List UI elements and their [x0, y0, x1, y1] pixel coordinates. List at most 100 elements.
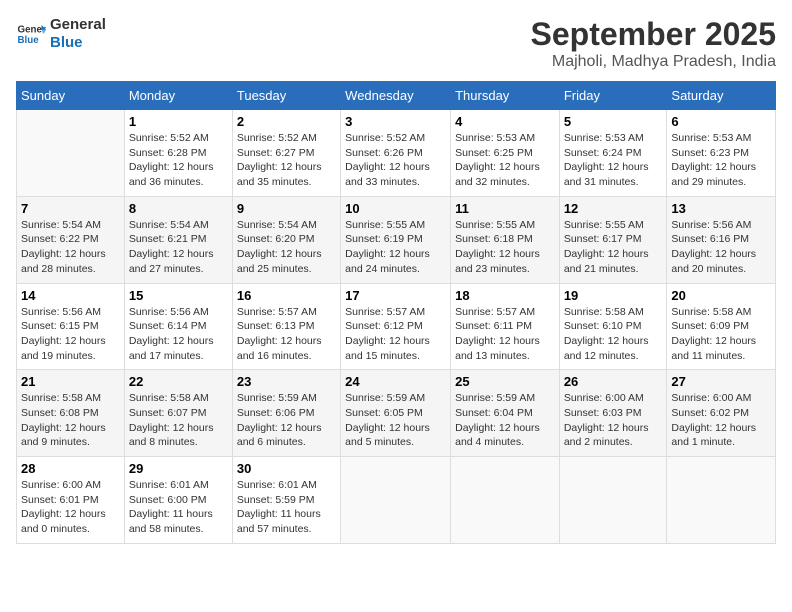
calendar-cell: 26 Sunrise: 6:00 AM Sunset: 6:03 PM Dayli… — [559, 370, 667, 457]
calendar-cell: 9Sunrise: 5:54 AM Sunset: 6:20 PM Daylig… — [232, 196, 340, 283]
calendar-cell: 20 Sunrise: 5:58 AM Sunset: 6:09 PM Dayli… — [667, 283, 776, 370]
day-info: Sunrise: 5:54 AM Sunset: 6:22 PM Dayligh… — [21, 218, 120, 277]
day-info: Sunrise: 5:56 AM Sunset: 6:16 PM Dayligh… — [671, 218, 771, 277]
calendar-cell: 14 Sunrise: 5:56 AM Sunset: 6:15 PM Dayli… — [17, 283, 125, 370]
day-number: 27 — [671, 374, 771, 389]
day-number: 6 — [671, 114, 771, 129]
calendar-cell: 6Sunrise: 5:53 AM Sunset: 6:23 PM Daylig… — [667, 110, 776, 197]
calendar-week-row: 14 Sunrise: 5:56 AM Sunset: 6:15 PM Dayli… — [17, 283, 776, 370]
calendar-week-row: 28Sunrise: 6:00 AM Sunset: 6:01 PM Dayli… — [17, 457, 776, 544]
day-info: Sunrise: 5:56 AM Sunset: 6:15 PM Dayligh… — [21, 305, 120, 364]
day-info: Sunrise: 5:59 AM Sunset: 6:05 PM Dayligh… — [345, 391, 446, 450]
calendar-cell: 24 Sunrise: 5:59 AM Sunset: 6:05 PM Dayli… — [341, 370, 451, 457]
calendar-cell: 16Sunrise: 5:57 AM Sunset: 6:13 PM Dayli… — [232, 283, 340, 370]
calendar-cell: 25 Sunrise: 5:59 AM Sunset: 6:04 PM Dayli… — [451, 370, 560, 457]
day-number: 25 — [455, 374, 555, 389]
day-number: 12 — [564, 201, 663, 216]
day-number: 4 — [455, 114, 555, 129]
calendar-cell: 28Sunrise: 6:00 AM Sunset: 6:01 PM Dayli… — [17, 457, 125, 544]
calendar-cell: 23Sunrise: 5:59 AM Sunset: 6:06 PM Dayli… — [232, 370, 340, 457]
calendar-cell: 18Sunrise: 5:57 AM Sunset: 6:11 PM Dayli… — [451, 283, 560, 370]
day-number: 17 — [345, 288, 446, 303]
day-info: Sunrise: 5:52 AM Sunset: 6:26 PM Dayligh… — [345, 131, 446, 190]
day-info: Sunrise: 5:55 AM Sunset: 6:19 PM Dayligh… — [345, 218, 446, 277]
day-info: Sunrise: 6:01 AM Sunset: 5:59 PM Dayligh… — [237, 478, 336, 537]
calendar-cell: 29 Sunrise: 6:01 AM Sunset: 6:00 PM Dayli… — [124, 457, 232, 544]
calendar-table: SundayMondayTuesdayWednesdayThursdayFrid… — [16, 81, 776, 544]
calendar-cell: 10 Sunrise: 5:55 AM Sunset: 6:19 PM Dayli… — [341, 196, 451, 283]
day-number: 20 — [671, 288, 771, 303]
logo-icon: General Blue — [16, 19, 46, 49]
calendar-cell: 30 Sunrise: 6:01 AM Sunset: 5:59 PM Dayli… — [232, 457, 340, 544]
calendar-cell: 21 Sunrise: 5:58 AM Sunset: 6:08 PM Dayli… — [17, 370, 125, 457]
day-info: Sunrise: 5:58 AM Sunset: 6:08 PM Dayligh… — [21, 391, 120, 450]
day-info: Sunrise: 5:55 AM Sunset: 6:17 PM Dayligh… — [564, 218, 663, 277]
weekday-header: Monday — [124, 82, 232, 110]
calendar-cell — [451, 457, 560, 544]
calendar-cell: 15 Sunrise: 5:56 AM Sunset: 6:14 PM Dayli… — [124, 283, 232, 370]
logo-line2: Blue — [50, 34, 106, 52]
day-number: 16 — [237, 288, 336, 303]
calendar-cell: 2Sunrise: 5:52 AM Sunset: 6:27 PM Daylig… — [232, 110, 340, 197]
svg-text:Blue: Blue — [18, 35, 40, 46]
day-info: Sunrise: 6:01 AM Sunset: 6:00 PM Dayligh… — [129, 478, 228, 537]
weekday-header: Tuesday — [232, 82, 340, 110]
day-info: Sunrise: 5:56 AM Sunset: 6:14 PM Dayligh… — [129, 305, 228, 364]
calendar-cell: 11 Sunrise: 5:55 AM Sunset: 6:18 PM Dayli… — [451, 196, 560, 283]
day-info: Sunrise: 5:55 AM Sunset: 6:18 PM Dayligh… — [455, 218, 555, 277]
day-info: Sunrise: 6:00 AM Sunset: 6:03 PM Dayligh… — [564, 391, 663, 450]
day-number: 14 — [21, 288, 120, 303]
calendar-cell: 1 Sunrise: 5:52 AM Sunset: 6:28 PM Daylig… — [124, 110, 232, 197]
calendar-cell: 4 Sunrise: 5:53 AM Sunset: 6:25 PM Daylig… — [451, 110, 560, 197]
day-info: Sunrise: 5:59 AM Sunset: 6:04 PM Dayligh… — [455, 391, 555, 450]
day-number: 15 — [129, 288, 228, 303]
day-info: Sunrise: 5:53 AM Sunset: 6:25 PM Dayligh… — [455, 131, 555, 190]
day-number: 19 — [564, 288, 663, 303]
day-number: 5 — [564, 114, 663, 129]
weekday-header: Sunday — [17, 82, 125, 110]
calendar-cell: 19Sunrise: 5:58 AM Sunset: 6:10 PM Dayli… — [559, 283, 667, 370]
day-number: 30 — [237, 461, 336, 476]
calendar-week-row: 7 Sunrise: 5:54 AM Sunset: 6:22 PM Daylig… — [17, 196, 776, 283]
title-area: September 2025 Majholi, Madhya Pradesh, … — [531, 16, 776, 71]
day-info: Sunrise: 5:54 AM Sunset: 6:20 PM Dayligh… — [237, 218, 336, 277]
weekday-header: Friday — [559, 82, 667, 110]
day-info: Sunrise: 5:57 AM Sunset: 6:12 PM Dayligh… — [345, 305, 446, 364]
month-title: September 2025 — [531, 16, 776, 53]
day-number: 13 — [671, 201, 771, 216]
logo-line1: General — [50, 16, 106, 34]
day-info: Sunrise: 6:00 AM Sunset: 6:01 PM Dayligh… — [21, 478, 120, 537]
day-number: 7 — [21, 201, 120, 216]
day-info: Sunrise: 6:00 AM Sunset: 6:02 PM Dayligh… — [671, 391, 771, 450]
calendar-cell — [17, 110, 125, 197]
calendar-cell: 22Sunrise: 5:58 AM Sunset: 6:07 PM Dayli… — [124, 370, 232, 457]
calendar-cell — [667, 457, 776, 544]
calendar-cell — [341, 457, 451, 544]
day-number: 18 — [455, 288, 555, 303]
day-number: 24 — [345, 374, 446, 389]
day-number: 3 — [345, 114, 446, 129]
location-subtitle: Majholi, Madhya Pradesh, India — [531, 53, 776, 71]
day-info: Sunrise: 5:54 AM Sunset: 6:21 PM Dayligh… — [129, 218, 228, 277]
day-number: 21 — [21, 374, 120, 389]
page-header: General Blue General Blue September 2025… — [16, 16, 776, 71]
calendar-cell: 3 Sunrise: 5:52 AM Sunset: 6:26 PM Daylig… — [341, 110, 451, 197]
calendar-cell — [559, 457, 667, 544]
day-number: 11 — [455, 201, 555, 216]
day-number: 26 — [564, 374, 663, 389]
day-number: 29 — [129, 461, 228, 476]
day-info: Sunrise: 5:52 AM Sunset: 6:28 PM Dayligh… — [129, 131, 228, 190]
calendar-week-row: 21 Sunrise: 5:58 AM Sunset: 6:08 PM Dayli… — [17, 370, 776, 457]
day-info: Sunrise: 5:58 AM Sunset: 6:09 PM Dayligh… — [671, 305, 771, 364]
day-info: Sunrise: 5:52 AM Sunset: 6:27 PM Dayligh… — [237, 131, 336, 190]
day-info: Sunrise: 5:53 AM Sunset: 6:24 PM Dayligh… — [564, 131, 663, 190]
day-number: 23 — [237, 374, 336, 389]
day-number: 10 — [345, 201, 446, 216]
day-number: 22 — [129, 374, 228, 389]
calendar-week-row: 1 Sunrise: 5:52 AM Sunset: 6:28 PM Daylig… — [17, 110, 776, 197]
calendar-cell: 13 Sunrise: 5:56 AM Sunset: 6:16 PM Dayli… — [667, 196, 776, 283]
calendar-cell: 27 Sunrise: 6:00 AM Sunset: 6:02 PM Dayli… — [667, 370, 776, 457]
calendar-cell: 12 Sunrise: 5:55 AM Sunset: 6:17 PM Dayli… — [559, 196, 667, 283]
day-number: 1 — [129, 114, 228, 129]
day-number: 8 — [129, 201, 228, 216]
